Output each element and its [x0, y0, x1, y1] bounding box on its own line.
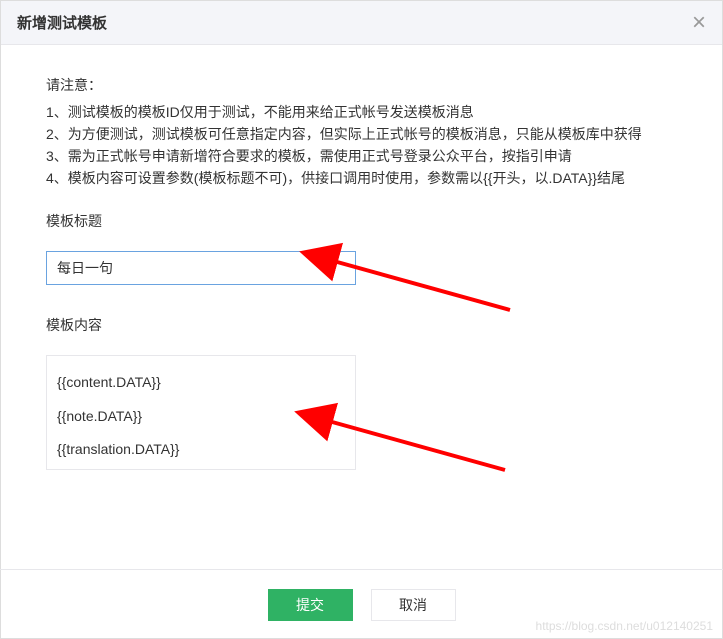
title-label: 模板标题 — [46, 211, 677, 231]
submit-button[interactable]: 提交 — [268, 589, 353, 621]
notice-list: 1、测试模板的模板ID仅用于测试，不能用来给正式帐号发送模板消息 2、为方便测试… — [46, 101, 677, 189]
cancel-button[interactable]: 取消 — [371, 589, 456, 621]
notice-item: 3、需为正式帐号申请新增符合要求的模板，需使用正式号登录公众平台，按指引申请 — [46, 145, 677, 167]
template-title-input[interactable] — [46, 251, 356, 285]
template-content-textarea[interactable] — [46, 355, 356, 470]
notice-heading: 请注意： — [46, 75, 677, 95]
dialog-header: 新增测试模板 × — [1, 1, 722, 45]
dialog-body: 请注意： 1、测试模板的模板ID仅用于测试，不能用来给正式帐号发送模板消息 2、… — [1, 45, 722, 495]
notice-item: 2、为方便测试，测试模板可任意指定内容，但实际上正式帐号的模板消息，只能从模板库… — [46, 123, 677, 145]
notice-item: 4、模板内容可设置参数(模板标题不可)，供接口调用时使用，参数需以{{开头，以.… — [46, 167, 677, 189]
dialog-title: 新增测试模板 — [17, 12, 107, 33]
notice-item: 1、测试模板的模板ID仅用于测试，不能用来给正式帐号发送模板消息 — [46, 101, 677, 123]
close-icon[interactable]: × — [692, 11, 706, 35]
dialog-container: 新增测试模板 × 请注意： 1、测试模板的模板ID仅用于测试，不能用来给正式帐号… — [0, 0, 723, 639]
content-label: 模板内容 — [46, 315, 677, 335]
watermark-text: https://blog.csdn.net/u012140251 — [536, 619, 713, 633]
